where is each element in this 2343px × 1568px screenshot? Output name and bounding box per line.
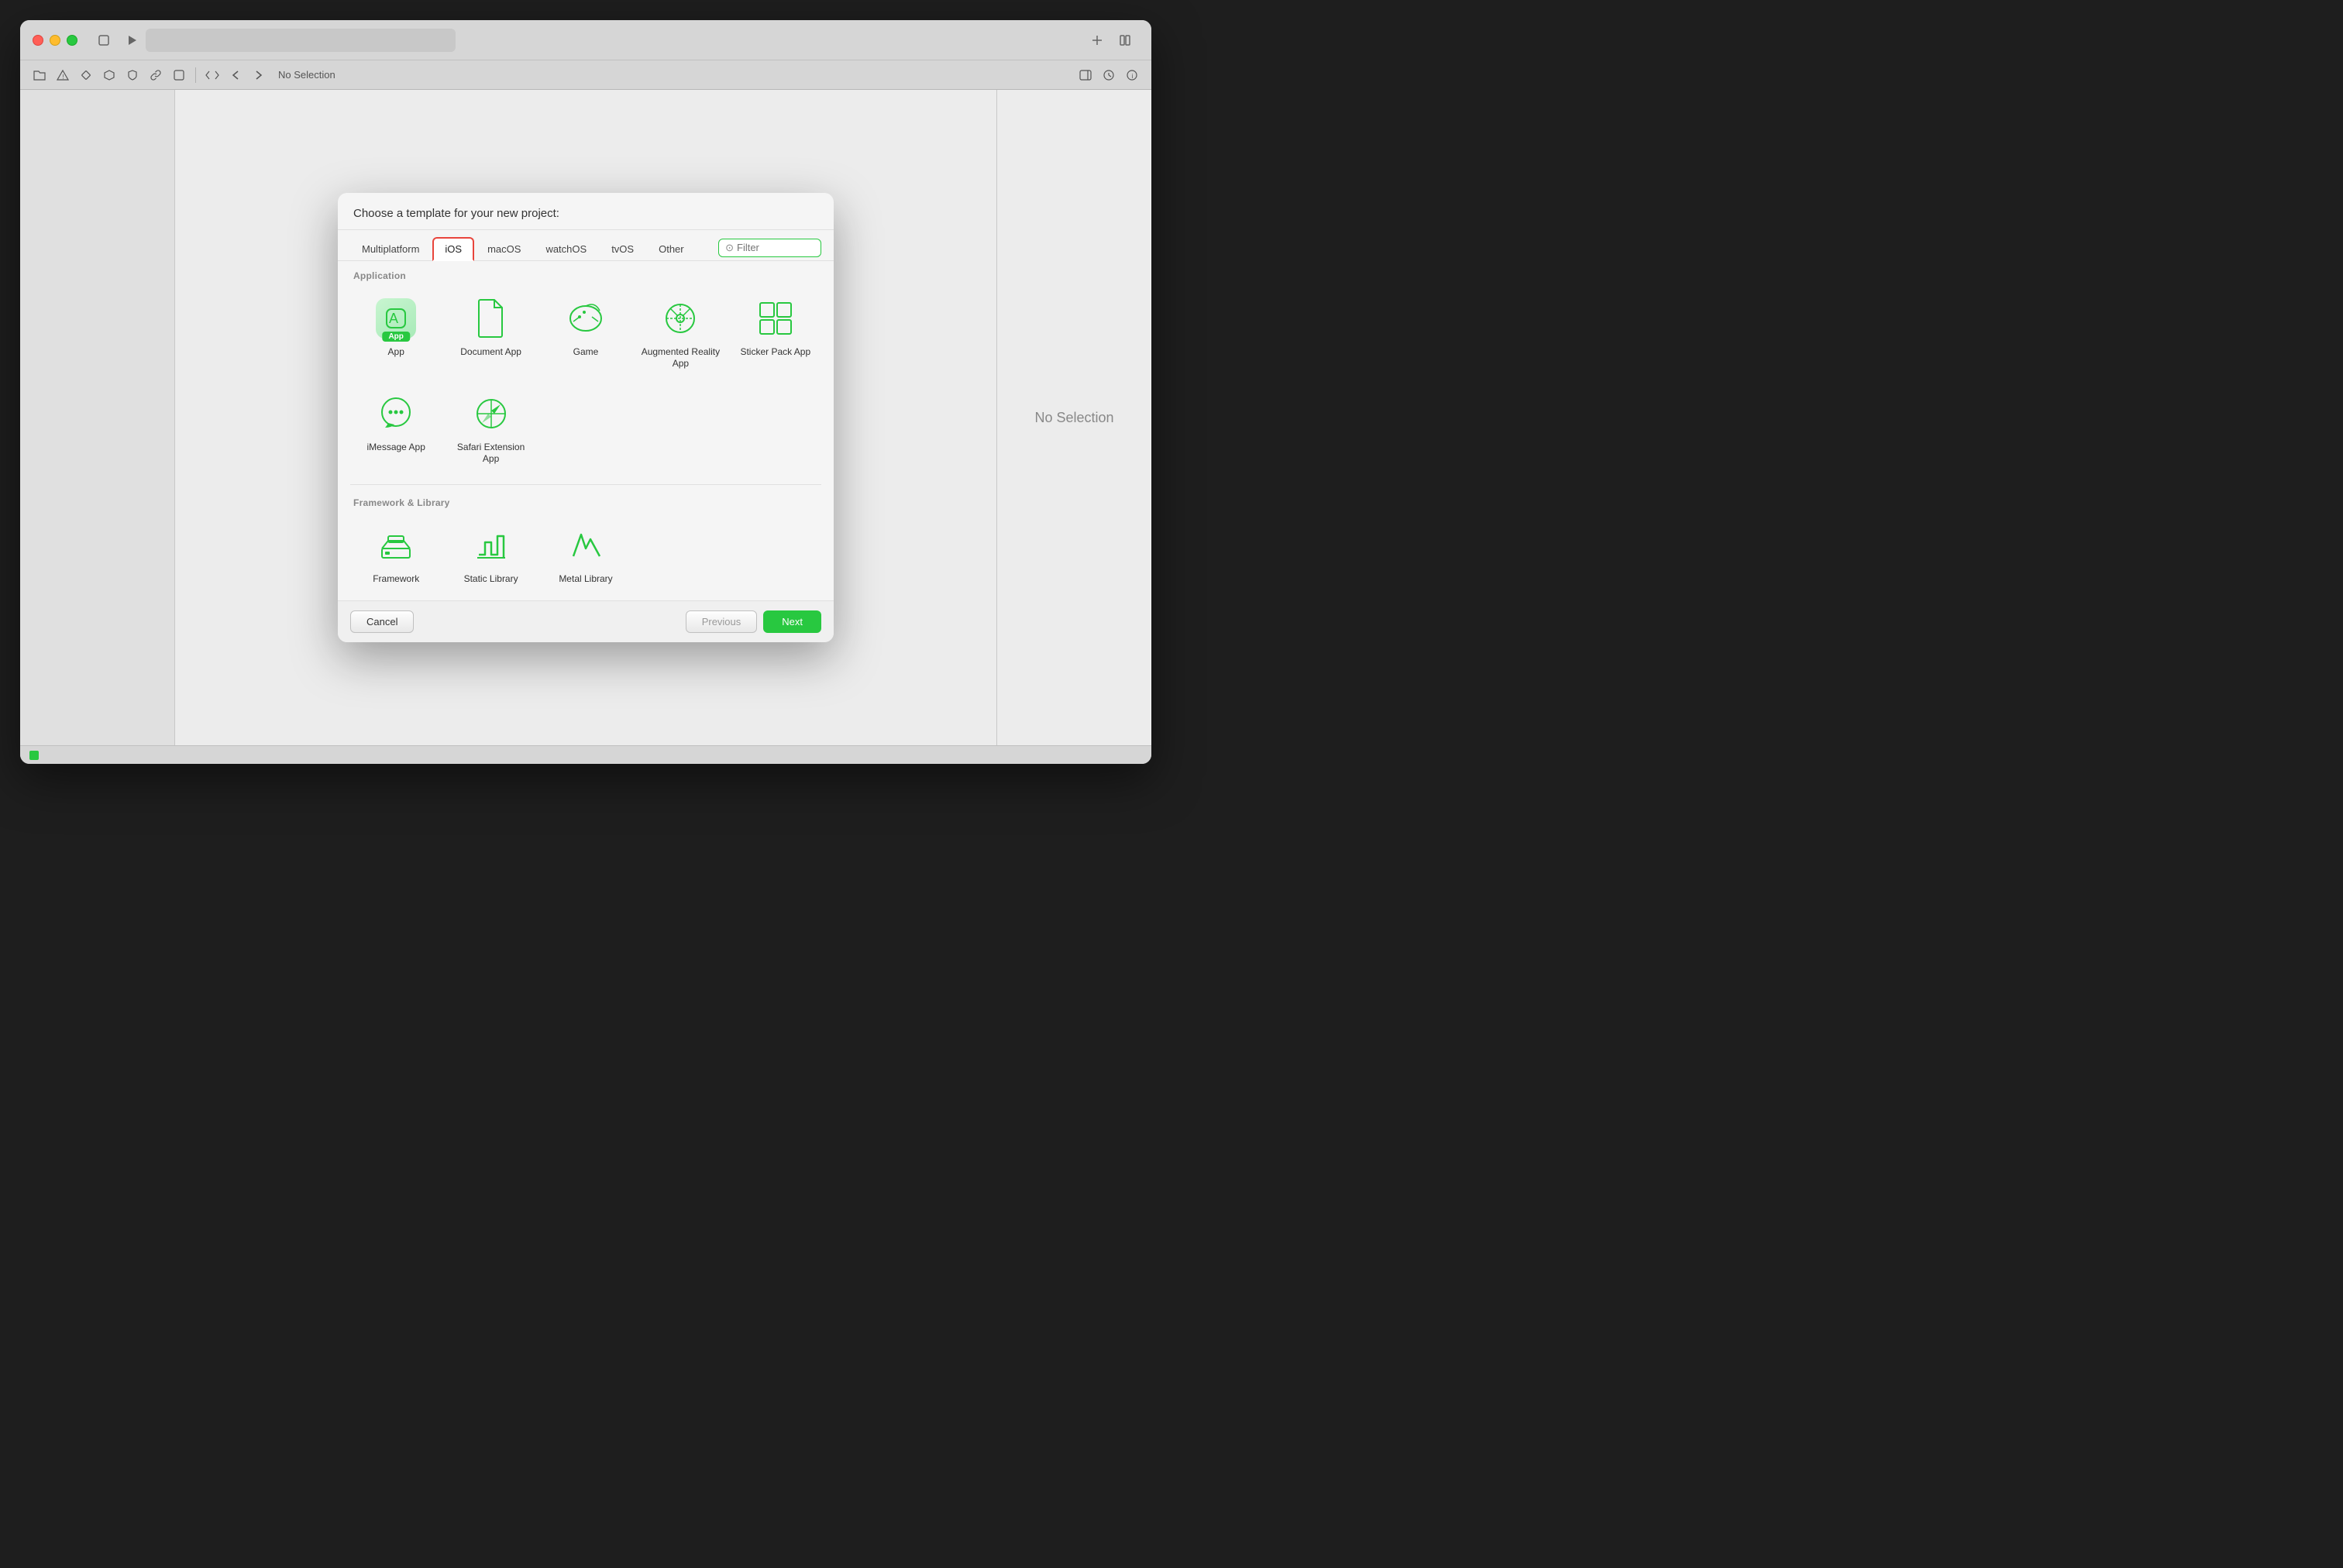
template-static-library[interactable]: Static Library (445, 514, 536, 595)
tab-watchos[interactable]: watchOS (534, 238, 598, 260)
main-area: No Selection Choose a template for your … (20, 90, 1151, 745)
ar-app-label: Augmented Reality App (641, 346, 720, 370)
right-no-selection: No Selection (1034, 410, 1113, 426)
layout-button[interactable] (1113, 28, 1137, 53)
app-badge: App (382, 332, 409, 342)
footer-right: Previous Next (686, 610, 821, 633)
svg-text:A: A (389, 311, 398, 326)
main-window: ! (20, 20, 1151, 764)
info-icon[interactable]: i (1122, 65, 1142, 85)
safari-ext-label: Safari Extension App (451, 442, 530, 466)
app-icon-wrapper: A App (376, 298, 416, 339)
tab-bar: Multiplatform iOS macOS watchOS tvOS (338, 230, 834, 261)
toolbar-separator (195, 67, 196, 83)
document-app-icon (470, 297, 513, 340)
modal-overlay: Choose a template for your new project: … (175, 90, 996, 745)
tab-ios[interactable]: iOS (432, 237, 474, 261)
warning-icon[interactable]: ! (53, 65, 73, 85)
next-button[interactable]: Next (763, 610, 821, 633)
diamond-icon[interactable] (76, 65, 96, 85)
hexagon-icon[interactable] (99, 65, 119, 85)
imessage-label: iMessage App (367, 442, 425, 454)
no-selection-label: No Selection (278, 69, 335, 81)
section-divider (350, 484, 821, 485)
content-area: No Selection Choose a template for your … (175, 90, 996, 745)
static-library-label: Static Library (464, 573, 518, 586)
tab-other[interactable]: Other (647, 238, 696, 260)
template-sticker-pack[interactable]: Sticker Pack App (730, 287, 821, 380)
code-icon[interactable] (202, 65, 222, 85)
svg-text:!: ! (63, 74, 64, 81)
template-metal-library[interactable]: Metal Library (540, 514, 631, 595)
sidebar (20, 90, 175, 745)
metal-library-label: Metal Library (559, 573, 612, 586)
secondary-toolbar: ! (20, 60, 1151, 90)
square-dot-icon[interactable] (169, 65, 189, 85)
tab-macos[interactable]: macOS (476, 238, 532, 260)
add-button[interactable] (1085, 28, 1110, 53)
run-button[interactable] (119, 28, 144, 53)
right-panel: No Selection (996, 90, 1151, 745)
game-label: Game (573, 346, 599, 359)
section-framework-label: Framework & Library (350, 488, 821, 514)
filter-icon: ⊙ (725, 242, 734, 254)
template-safari-ext[interactable]: Safari Extension App (445, 383, 536, 475)
sticker-pack-icon (754, 297, 797, 340)
template-ar-app[interactable]: Augmented Reality App (635, 287, 726, 380)
folder-icon[interactable] (29, 65, 50, 85)
tab-multiplatform[interactable]: Multiplatform (350, 238, 431, 260)
framework-label: Framework (373, 573, 419, 586)
status-dot (29, 751, 39, 760)
toolbar-icons: ! (29, 65, 269, 85)
traffic-lights (33, 35, 77, 46)
close-button[interactable] (33, 35, 43, 46)
framework-icon (374, 524, 418, 567)
static-library-icon (470, 524, 513, 567)
shield-icon[interactable] (122, 65, 143, 85)
template-imessage[interactable]: iMessage App (350, 383, 442, 475)
sticker-pack-label: Sticker Pack App (740, 346, 810, 359)
titlebar (20, 20, 1151, 60)
template-game[interactable]: Game (540, 287, 631, 380)
square-icon[interactable] (91, 28, 116, 53)
nav-forward-icon[interactable] (249, 65, 269, 85)
document-app-label: Document App (460, 346, 521, 359)
scheme-selector[interactable] (146, 29, 456, 52)
toolbar-right-icons: i (1075, 65, 1142, 85)
inspector-icon[interactable] (1075, 65, 1096, 85)
clock-icon[interactable] (1099, 65, 1119, 85)
template-document-app[interactable]: Document App (445, 287, 536, 380)
application-grid: A App App (350, 287, 821, 481)
template-app[interactable]: A App App (350, 287, 442, 380)
game-icon (564, 297, 607, 340)
modal-title: Choose a template for your new project: (338, 193, 834, 230)
cancel-button[interactable]: Cancel (350, 610, 414, 633)
template-chooser-modal: Choose a template for your new project: … (338, 193, 834, 643)
safari-ext-icon (470, 392, 513, 435)
app-icon: A App (374, 297, 418, 340)
previous-button[interactable]: Previous (686, 610, 758, 633)
filter-input[interactable] (737, 242, 814, 253)
framework-grid: Framework Static Library (350, 514, 821, 601)
minimize-button[interactable] (50, 35, 60, 46)
tab-tvos[interactable]: tvOS (600, 238, 645, 260)
link-icon[interactable] (146, 65, 166, 85)
metal-library-icon (564, 524, 607, 567)
maximize-button[interactable] (67, 35, 77, 46)
ar-app-icon (659, 297, 702, 340)
template-framework[interactable]: Framework (350, 514, 442, 595)
statusbar (20, 745, 1151, 764)
nav-back-icon[interactable] (225, 65, 246, 85)
filter-box[interactable]: ⊙ (718, 239, 821, 257)
imessage-icon (374, 392, 418, 435)
modal-footer: Cancel Previous Next (338, 600, 834, 642)
app-label: App (388, 346, 404, 359)
svg-text:i: i (1132, 73, 1134, 80)
template-body: Application A (338, 261, 834, 601)
section-application-label: Application (350, 261, 821, 287)
